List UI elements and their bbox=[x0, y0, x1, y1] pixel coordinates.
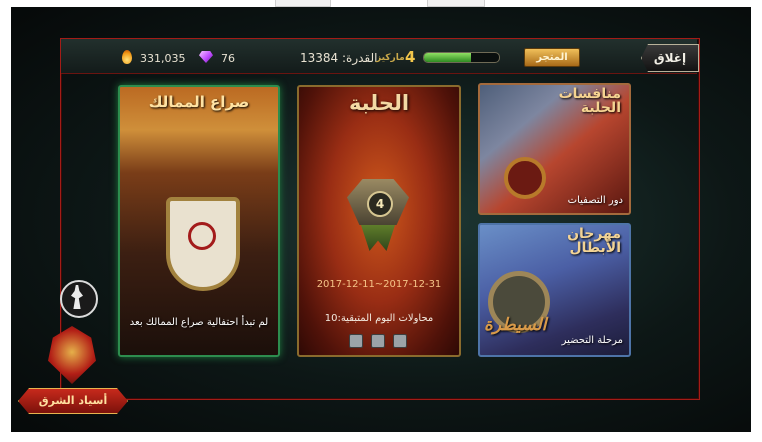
emblem-icon bbox=[504, 157, 546, 199]
dominance-mark: السيطرة bbox=[484, 315, 547, 335]
qualifiers-card[interactable]: منافسات الحلبة دور التصفيات bbox=[478, 83, 631, 215]
store-button[interactable]: المتجر bbox=[524, 48, 580, 67]
arena-title: الحلبة bbox=[348, 91, 410, 115]
heroes-title: مهرجان الأبطال bbox=[567, 227, 621, 255]
kingdoms-title: صراع الممالك bbox=[148, 93, 250, 111]
close-button[interactable]: إغلاق bbox=[641, 44, 699, 72]
progress-bar-fill bbox=[424, 53, 471, 62]
slot-icon bbox=[349, 334, 363, 348]
heroes-title-line1: مهرجان bbox=[567, 226, 621, 242]
browser-tab-stub bbox=[427, 0, 485, 7]
warrior-icon[interactable] bbox=[60, 280, 98, 318]
flame-icon bbox=[122, 50, 132, 64]
qualifiers-title: منافسات الحلبة bbox=[559, 87, 621, 115]
crest-icon bbox=[48, 326, 96, 384]
gold-amount: 331,035 bbox=[140, 52, 186, 65]
slot-icon bbox=[393, 334, 407, 348]
medals-count: 4 bbox=[405, 48, 416, 66]
dragon-emblem-icon bbox=[188, 222, 216, 250]
heroes-status: مرحلة التحضير bbox=[561, 335, 623, 346]
medals-label: ماركيز bbox=[376, 53, 405, 63]
arena-dates: 2017-12-11~2017-12-31 bbox=[316, 279, 442, 290]
heroes-title-line2: الأبطال bbox=[569, 240, 621, 256]
rank-badge-number: 4 bbox=[367, 191, 393, 217]
slot-icon bbox=[371, 334, 385, 348]
qualifiers-status: دور التصفيات bbox=[567, 195, 623, 206]
laurel-icon bbox=[361, 225, 395, 251]
kingdoms-status: لم تبدأ احتفالية صراع الممالك بعد bbox=[129, 317, 269, 328]
progress-bar bbox=[423, 52, 500, 63]
game-logo: أسياد الشرق bbox=[18, 326, 128, 416]
logo-banner: أسياد الشرق bbox=[18, 388, 128, 414]
kingdoms-card[interactable]: صراع الممالك لم تبدأ احتفالية صراع المما… bbox=[118, 85, 280, 357]
arena-card[interactable]: الحلبة 4 2017-12-11~2017-12-31 محاولات ا… bbox=[297, 85, 461, 357]
qualifiers-title-line1: منافسات bbox=[558, 86, 621, 102]
arena-slots bbox=[349, 334, 407, 348]
gem-amount: 76 bbox=[221, 52, 235, 65]
heroes-festival-card[interactable]: مهرجان الأبطال السيطرة مرحلة التحضير bbox=[478, 223, 631, 357]
qualifiers-title-line2: الحلبة bbox=[580, 100, 621, 116]
power-label: القدرة: 13384 bbox=[300, 51, 378, 65]
browser-tab-stub bbox=[275, 0, 331, 7]
arena-attempts: محاولات اليوم المتبقية:10 bbox=[324, 313, 434, 324]
